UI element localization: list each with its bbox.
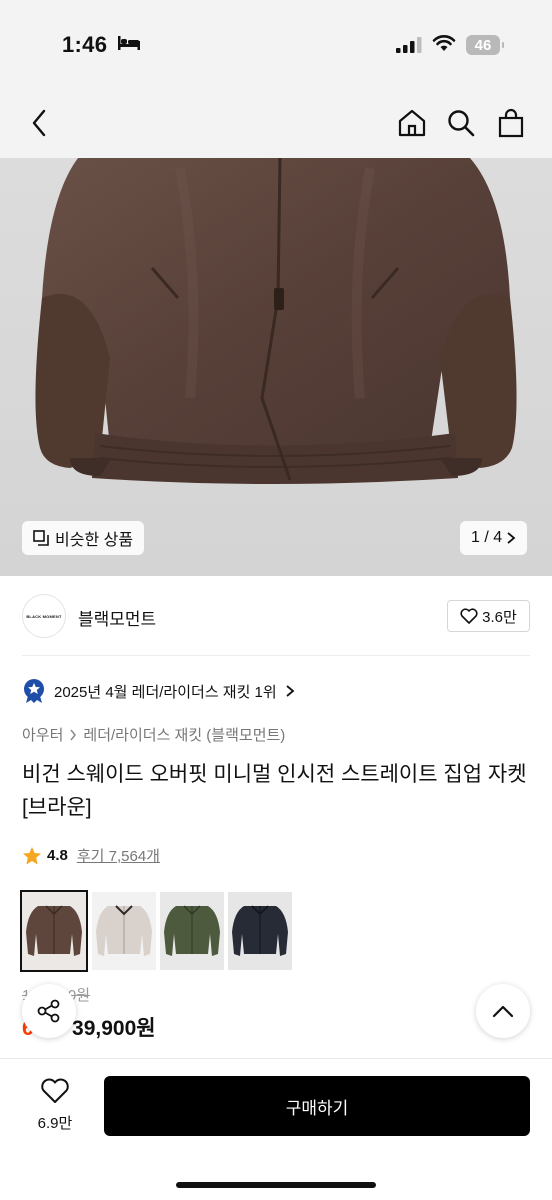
color-option-brown[interactable]: [20, 890, 88, 972]
chevron-up-icon: [492, 1005, 514, 1018]
battery-indicator: 46: [466, 35, 504, 55]
jacket-photo: [35, 158, 517, 484]
swatch-jacket-image: [160, 892, 224, 970]
back-button[interactable]: [22, 106, 56, 140]
home-button[interactable]: [395, 106, 429, 140]
image-counter-text: 1 / 4: [471, 529, 503, 546]
swatch-jacket-image: [22, 892, 86, 970]
scroll-top-button[interactable]: [476, 984, 530, 1038]
breadcrumb-subcategory[interactable]: 레더/라이더스 재킷 (블랙모먼트): [83, 724, 285, 745]
brand-like-count: 3.6만: [482, 608, 517, 626]
search-icon: [448, 110, 475, 137]
sleep-mode-icon: [118, 36, 140, 50]
home-icon: [398, 109, 426, 137]
heart-icon: [460, 608, 478, 624]
share-button[interactable]: [22, 984, 76, 1038]
product-title: 비건 스웨이드 오버핏 미니멀 인시전 스트레이트 집업 자켓 [브라운]: [22, 763, 527, 819]
status-bar: 1:46 46: [0, 0, 552, 92]
swatch-jacket-image: [228, 892, 292, 970]
review-count-link[interactable]: 후기 7,564개: [77, 845, 160, 866]
product-image-carousel[interactable]: [0, 158, 552, 576]
rating-row[interactable]: 4.8 후기 7,564개: [22, 845, 160, 866]
wifi-icon: [432, 35, 456, 51]
sale-price: 39,900원: [72, 1017, 156, 1040]
nav-bar: [0, 92, 552, 158]
image-counter: 1 / 4: [460, 521, 528, 555]
chevron-right-icon: [70, 729, 77, 740]
brand-logo-text: BLACK MOMENT: [26, 613, 62, 619]
chevron-right-icon: [286, 685, 295, 697]
chevron-right-icon: [507, 532, 516, 544]
star-icon: [23, 846, 41, 864]
breadcrumb: 아우터 레더/라이더스 재킷 (블랙모먼트): [22, 724, 285, 745]
brand-like-button[interactable]: 3.6만: [447, 600, 530, 632]
rank-badge-icon: [24, 679, 44, 703]
shopping-bag-icon: [498, 108, 524, 138]
brand-name[interactable]: 블랙모먼트: [78, 605, 156, 630]
product-like-count: 6.9만: [37, 1115, 73, 1132]
cellular-signal-icon: [396, 37, 422, 53]
buy-button[interactable]: 구매하기: [104, 1076, 530, 1136]
search-button[interactable]: [444, 106, 478, 140]
heart-icon: [41, 1078, 69, 1103]
breadcrumb-category[interactable]: 아우터: [22, 724, 63, 745]
ranking-link[interactable]: 2025년 4월 레더/라이더스 재킷 1위: [22, 678, 295, 704]
similar-products-label: 비슷한 상품: [55, 532, 134, 549]
swatch-jacket-image: [92, 892, 156, 970]
share-icon: [37, 999, 60, 1023]
color-option-khaki[interactable]: [160, 892, 224, 970]
similar-items-icon: [33, 530, 49, 546]
cart-button[interactable]: [494, 106, 528, 140]
color-option-navy[interactable]: [228, 892, 292, 970]
similar-products-button[interactable]: 비슷한 상품: [22, 521, 145, 555]
product-like-button[interactable]: 6.9만: [24, 1078, 86, 1133]
chevron-left-icon: [32, 109, 46, 137]
status-time: 1:46: [62, 32, 108, 57]
home-indicator: [176, 1182, 376, 1188]
color-option-ivory[interactable]: [92, 892, 156, 970]
brand-logo[interactable]: BLACK MOMENT: [22, 594, 66, 638]
ranking-text: 2025년 4월 레더/라이더스 재킷 1위: [54, 683, 277, 701]
rating-score: 4.8: [47, 847, 68, 864]
divider: [22, 655, 530, 656]
